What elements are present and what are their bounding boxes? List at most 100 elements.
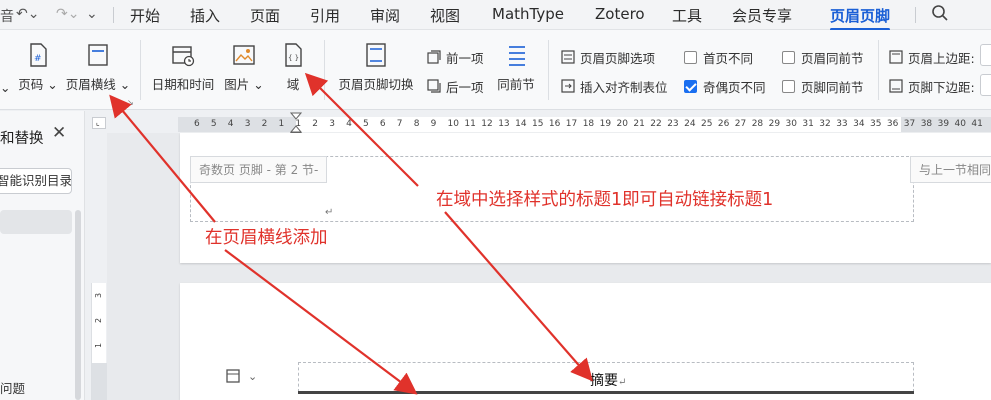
list-item[interactable]: 问题 <box>0 378 25 397</box>
footer-margin-input[interactable] <box>980 74 991 96</box>
previous-item-label: 前一项 <box>446 50 484 66</box>
first-page-different-label: 首页不同 <box>703 50 754 66</box>
annotation-header-line: 在页眉横线添加 <box>205 228 328 248</box>
ruler-tick: 38 <box>920 119 933 129</box>
previous-item-button[interactable]: 前一项 <box>426 48 484 66</box>
redo-icon[interactable]: ↷⌄ <box>56 6 79 22</box>
vruler-tick: 3 <box>94 292 104 299</box>
search-icon[interactable] <box>931 4 949 26</box>
header-top-margin[interactable]: 页眉上边距: <box>888 48 975 66</box>
header-same-previous-checkbox[interactable]: 页眉同前节 <box>782 48 864 66</box>
group-expand-icon[interactable]: ↘ <box>127 98 134 107</box>
ruler-tick: 3 <box>329 119 335 129</box>
header-tool-icon <box>226 369 240 383</box>
same-as-previous-label: 同前节 <box>497 77 535 92</box>
ruler-tick: 12 <box>481 119 493 129</box>
header-text[interactable]: 摘要↵ <box>590 370 626 390</box>
ruler-tick: 5 <box>363 119 369 129</box>
quick-access-cut[interactable]: 音 <box>0 6 14 26</box>
paragraph-mark: ↵ <box>325 207 334 218</box>
ruler-tick: 4 <box>346 119 352 129</box>
footer-section-label: 奇数页 页脚 - 第 2 节- <box>190 156 328 183</box>
insert-align-tab-button[interactable]: 插入对齐制表位 <box>560 77 668 95</box>
checkbox-box[interactable] <box>684 50 697 64</box>
ruler-tick: 25 <box>701 119 713 129</box>
ruler-tick: 31 <box>802 119 814 129</box>
ruler-tick: 33 <box>836 119 848 129</box>
header-margin-icon <box>889 50 903 64</box>
options-icon <box>561 50 575 64</box>
smart-toc-label: 智能识别目录 <box>0 173 72 188</box>
header-margin-input[interactable] <box>980 44 991 66</box>
ruler-tick: 40 <box>954 119 966 129</box>
ruler-tick: 14 <box>515 119 527 129</box>
field-button[interactable]: { } 域 <box>278 42 308 102</box>
tab-review[interactable]: 审阅 <box>370 5 400 26</box>
tab-zotero[interactable]: Zotero <box>595 5 645 23</box>
page-number-icon: # <box>30 43 47 67</box>
insert-align-tab-label: 插入对齐制表位 <box>580 79 668 95</box>
picture-label: 图片 <box>224 77 250 92</box>
tab-header-footer[interactable]: 页眉页脚 <box>830 5 891 31</box>
same-as-previous-button[interactable]: 同前节 <box>496 42 536 102</box>
header-line-label: 页眉横线 <box>65 77 116 92</box>
ruler-tick: 28 <box>751 119 764 129</box>
smart-toc-button[interactable]: 智能识别目录 <box>0 168 72 194</box>
ruler-tick: 15 <box>532 119 544 129</box>
vruler-tick: 2 <box>94 317 104 324</box>
footer-same-previous-checkbox[interactable]: 页脚同前节 <box>782 77 864 95</box>
header-line <box>298 391 914 394</box>
selected-list-item[interactable] <box>0 210 72 234</box>
ribbon-more-chevron[interactable]: ⌄ <box>0 78 10 96</box>
tab-page[interactable]: 页面 <box>250 5 280 26</box>
tab-member[interactable]: 会员专享 <box>732 5 792 26</box>
menubar-divider <box>113 7 114 23</box>
close-icon[interactable]: ✕ <box>52 123 66 143</box>
panel-scrollbar[interactable] <box>75 210 81 400</box>
header-text-value: 摘要 <box>590 373 618 389</box>
calendar-icon <box>172 46 195 67</box>
first-page-different-checkbox[interactable]: 首页不同 <box>684 48 753 66</box>
tab-insert[interactable]: 插入 <box>190 5 220 26</box>
checkbox-box[interactable] <box>782 79 795 93</box>
ribbon-divider <box>548 40 549 100</box>
ruler-tick: 35 <box>870 119 882 129</box>
ribbon-divider <box>140 40 141 100</box>
header-same-previous-label: 页眉同前节 <box>801 50 864 66</box>
tab-selector[interactable]: ⌞ <box>92 117 106 129</box>
ruler-tick: 8 <box>413 119 420 129</box>
checkbox-box-checked[interactable] <box>684 79 697 93</box>
footer-margin-icon <box>889 79 903 93</box>
ruler-tick: 9 <box>430 119 437 129</box>
page-number-button[interactable]: # 页码 ⌄ <box>16 42 60 102</box>
picture-button[interactable]: 图片 ⌄ <box>224 42 264 102</box>
ruler-tick: 2 <box>312 119 319 129</box>
header-insert-tool[interactable]: ⌄ <box>224 367 257 385</box>
switch-label: 页眉页脚切换 <box>338 77 414 92</box>
odd-even-different-checkbox[interactable]: 奇偶页不同 <box>684 77 766 95</box>
ruler-tick: 36 <box>886 119 899 129</box>
picture-icon <box>233 45 255 65</box>
tab-mathtype[interactable]: MathType <box>492 5 564 23</box>
next-item-button[interactable]: 后一项 <box>426 77 484 95</box>
chevron-down-icon[interactable]: ⌄ <box>248 370 257 383</box>
ribbon-divider <box>878 40 879 100</box>
switch-icon <box>366 43 386 67</box>
header-footer-options-button[interactable]: 页眉页脚选项 <box>560 48 655 66</box>
header-line-button[interactable]: 页眉横线 ⌄ <box>64 42 132 102</box>
more-chevron-icon[interactable]: ⌄ <box>86 6 98 22</box>
ruler-tick: 1 <box>278 119 285 129</box>
tab-tools[interactable]: 工具 <box>672 5 702 26</box>
header-footer-switch-button[interactable]: 页眉页脚切换 <box>336 42 416 102</box>
footer-bottom-margin[interactable]: 页脚下边距: <box>888 77 975 95</box>
tab-reference[interactable]: 引用 <box>310 5 340 26</box>
ruler-tick: 29 <box>768 119 781 129</box>
menubar: 音 ↶⌄ ↷⌄ ⌄ 开始 插入 页面 引用 审阅 视图 MathType Zot… <box>0 0 991 31</box>
date-time-button[interactable]: 日期和时间 <box>150 42 216 102</box>
vertical-ruler[interactable]: 3 2 1 <box>91 283 107 400</box>
tab-home[interactable]: 开始 <box>130 5 160 26</box>
tab-view[interactable]: 视图 <box>430 5 460 26</box>
ruler-tick: 10 <box>447 119 459 129</box>
undo-icon[interactable]: ↶⌄ <box>16 6 39 22</box>
checkbox-box[interactable] <box>782 50 795 64</box>
